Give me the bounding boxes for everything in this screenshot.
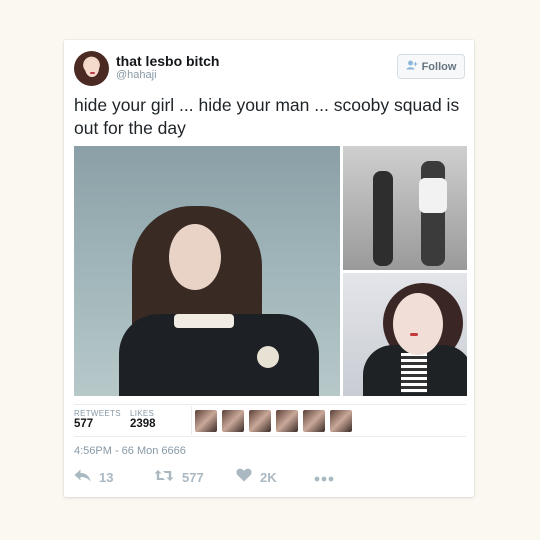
liker-avatar[interactable] bbox=[330, 410, 352, 432]
like-count: 2K bbox=[260, 470, 277, 485]
retweet-count: 577 bbox=[182, 470, 204, 485]
follow-label: Follow bbox=[421, 60, 457, 73]
liker-avatar[interactable] bbox=[195, 410, 217, 432]
liker-avatar[interactable] bbox=[276, 410, 298, 432]
display-name[interactable]: that lesbo bitch bbox=[116, 53, 219, 69]
more-action[interactable] bbox=[314, 469, 334, 487]
avatar[interactable] bbox=[74, 51, 109, 86]
action-bar: 13 577 2K bbox=[74, 468, 334, 487]
user-handle[interactable]: @hahaji bbox=[116, 69, 157, 81]
divider bbox=[74, 436, 466, 437]
heart-icon bbox=[236, 468, 252, 487]
likes-label: LIKES bbox=[130, 409, 155, 418]
avatar-lips bbox=[90, 72, 95, 74]
like-action[interactable]: 2K bbox=[236, 468, 314, 487]
divider bbox=[74, 404, 466, 405]
media-grid bbox=[74, 146, 467, 396]
reply-action[interactable]: 13 bbox=[74, 469, 154, 487]
retweet-icon bbox=[154, 469, 174, 487]
photo-main[interactable] bbox=[74, 146, 340, 396]
add-user-icon bbox=[406, 60, 418, 73]
liker-avatars bbox=[195, 410, 352, 432]
retweets-count[interactable]: 577 bbox=[74, 418, 93, 430]
liker-avatar[interactable] bbox=[222, 410, 244, 432]
liker-avatar[interactable] bbox=[303, 410, 325, 432]
stats-divider bbox=[191, 406, 192, 435]
follow-button[interactable]: Follow bbox=[397, 54, 465, 79]
timestamp[interactable]: 4:56PM - 66 Mon 6666 bbox=[74, 445, 186, 457]
tweet-text: hide your girl ... hide your man ... sco… bbox=[74, 95, 460, 138]
photo-top-right[interactable] bbox=[343, 146, 467, 270]
liker-avatar[interactable] bbox=[249, 410, 271, 432]
photo-bottom-right[interactable] bbox=[343, 273, 467, 396]
more-icon bbox=[314, 469, 334, 487]
retweets-label: RETWEETS bbox=[74, 409, 121, 418]
avatar-face bbox=[85, 59, 99, 77]
reply-icon bbox=[74, 469, 91, 487]
likes-count[interactable]: 2398 bbox=[130, 418, 156, 430]
retweet-action[interactable]: 577 bbox=[154, 469, 236, 487]
tweet-card: that lesbo bitch @hahaji Follow hide you… bbox=[64, 40, 474, 497]
reply-count: 13 bbox=[99, 470, 114, 485]
